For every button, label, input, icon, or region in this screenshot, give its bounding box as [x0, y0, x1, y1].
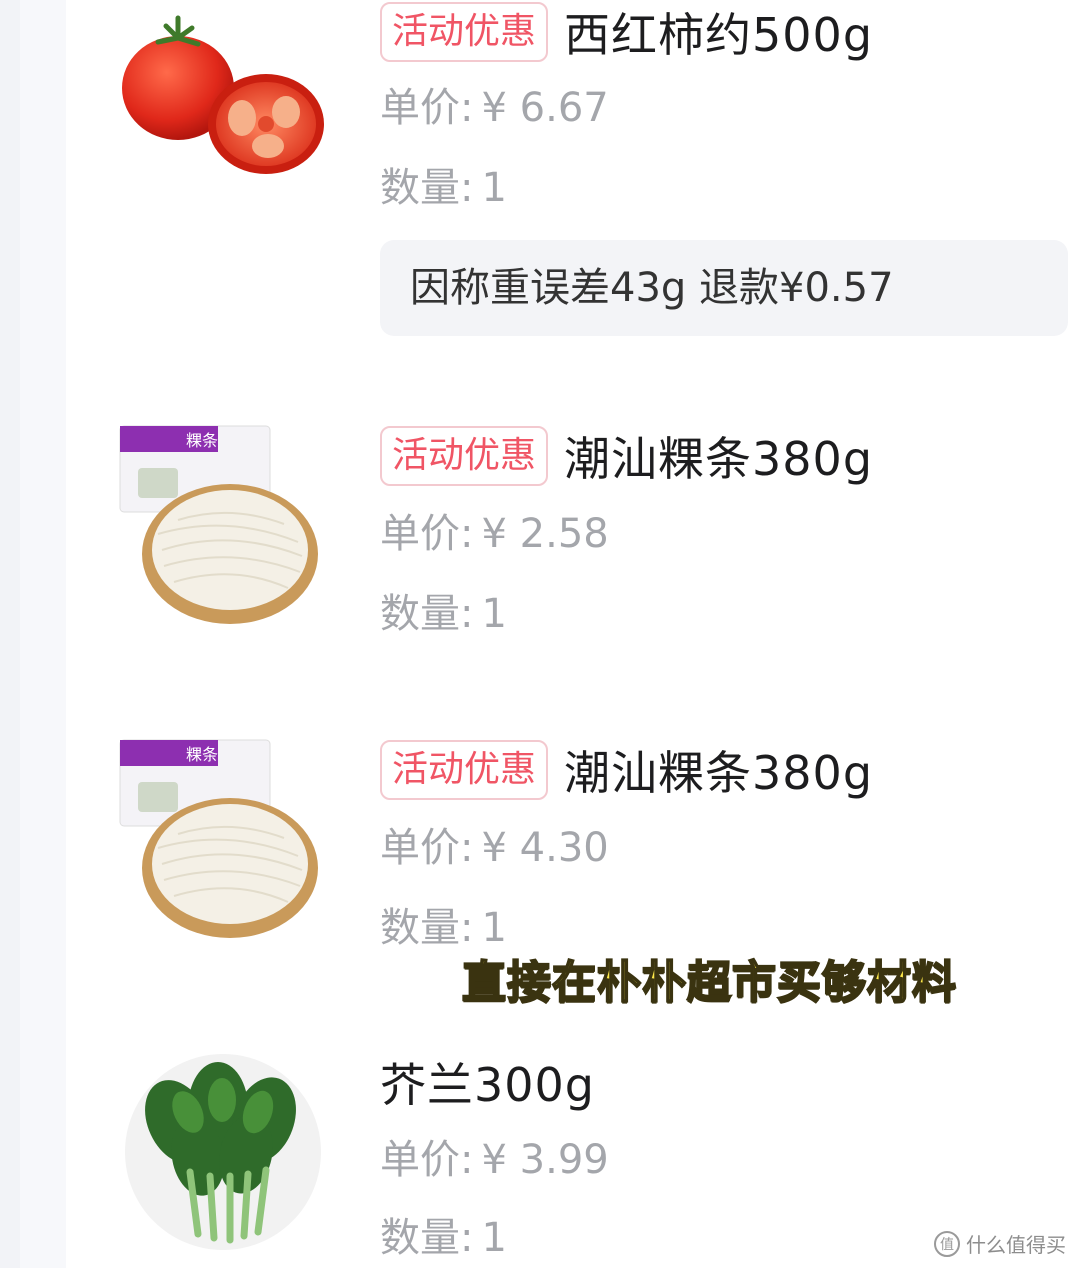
- quantity-label: 数量:: [380, 165, 474, 211]
- quantity-value: 1: [481, 905, 507, 951]
- unit-price-row: 单价: ¥ 3.99: [380, 1132, 1080, 1188]
- quantity-label: 数量:: [380, 1215, 474, 1261]
- tomato-image: [118, 8, 328, 218]
- quantity-label: 数量:: [380, 905, 474, 951]
- quantity-value: 1: [481, 591, 507, 637]
- watermark: 值 什么值得买: [934, 1229, 1066, 1258]
- unit-price-row: 单价: ¥ 4.30: [380, 820, 1080, 876]
- unit-price-label: 单价:: [380, 85, 474, 131]
- video-caption: 直接在朴朴超市买够材料: [461, 956, 957, 1009]
- order-item-list: 活动优惠 西红柿约500g 单价: ¥ 6.67 数量: 1 因称重误差43g 退款…: [66, 0, 1080, 1268]
- promo-badge: 活动优惠: [380, 740, 549, 800]
- quantity-row: 数量: 1: [380, 586, 1080, 642]
- product-name: 芥兰300g: [380, 1058, 595, 1112]
- quantity-value: 1: [481, 165, 507, 211]
- package-label: 粿条: [186, 431, 218, 450]
- unit-price-value: ¥ 6.67: [481, 85, 609, 131]
- refund-note: 因称重误差43g 退款¥0.57: [380, 240, 1068, 336]
- promo-badge: 活动优惠: [380, 2, 549, 62]
- rice-noodle-image: 粿条: [118, 738, 328, 948]
- unit-price-value: ¥ 4.30: [481, 825, 609, 871]
- quantity-value: 1: [481, 1215, 507, 1261]
- left-margin: [0, 0, 66, 1268]
- kale-image: [118, 1052, 328, 1262]
- rice-noodle-image: 粿条: [118, 424, 328, 634]
- smzdm-logo-icon: 值: [934, 1230, 960, 1257]
- unit-price-row: 单价: ¥ 2.58: [380, 506, 1080, 562]
- quantity-label: 数量:: [380, 591, 474, 637]
- unit-price-row: 单价: ¥ 6.67: [380, 80, 1080, 136]
- product-name: 潮汕粿条380g: [564, 746, 874, 800]
- quantity-row: 数量: 1: [380, 160, 1080, 216]
- watermark-text: 什么值得买: [966, 1233, 1066, 1257]
- unit-price-label: 单价:: [380, 1137, 474, 1183]
- unit-price-value: ¥ 3.99: [481, 1137, 609, 1183]
- unit-price-value: ¥ 2.58: [481, 511, 609, 557]
- product-name: 西红柿约500g: [564, 8, 874, 62]
- unit-price-label: 单价:: [380, 511, 474, 557]
- order-items-screen: 活动优惠 西红柿约500g 单价: ¥ 6.67 数量: 1 因称重误差43g 退款…: [0, 0, 1080, 1268]
- product-name: 潮汕粿条380g: [564, 432, 874, 486]
- unit-price-label: 单价:: [380, 825, 474, 871]
- promo-badge: 活动优惠: [380, 426, 549, 486]
- package-label: 粿条: [186, 745, 218, 764]
